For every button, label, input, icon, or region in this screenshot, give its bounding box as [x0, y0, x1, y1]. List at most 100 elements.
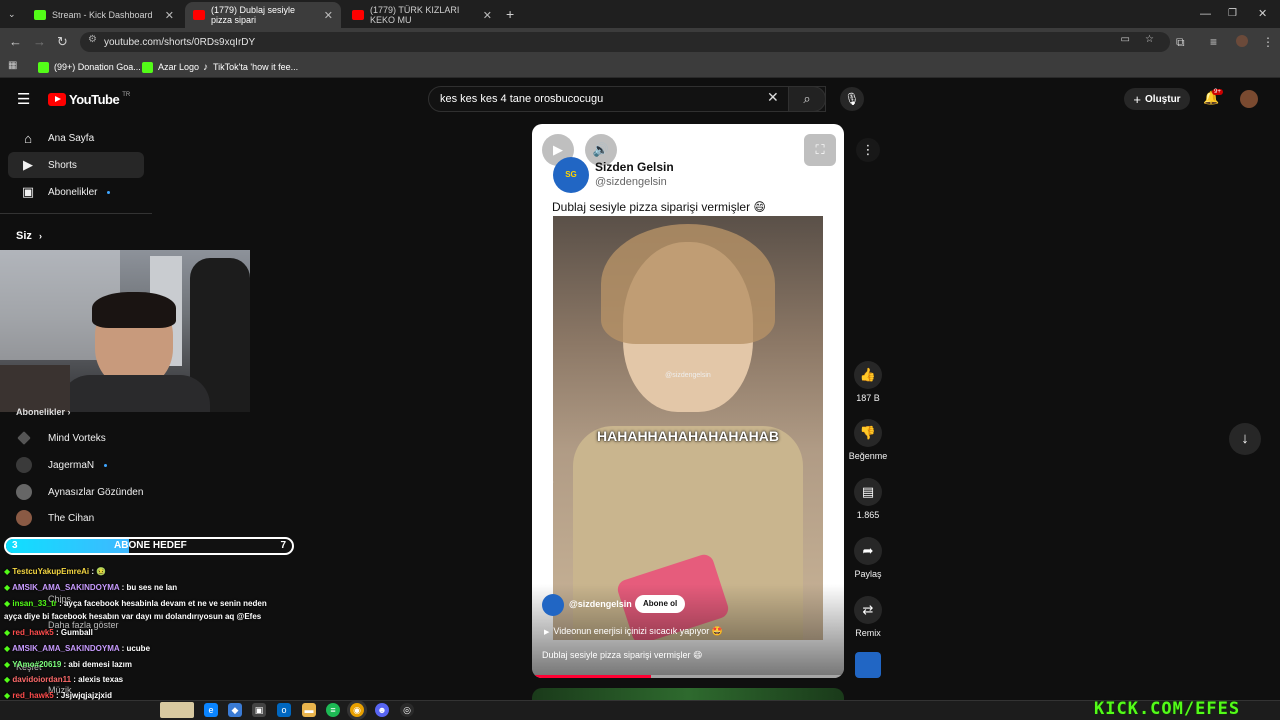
sidebar-sub-jagerman[interactable]: JagermaN — [8, 452, 148, 478]
music-line[interactable]: ▶ Videonun enerjisi içinizi sıcacık yapıy… — [544, 626, 723, 637]
sizden-gelsin-avatar: SG — [553, 157, 589, 193]
reading-list-icon[interactable]: ≡ — [1210, 28, 1217, 56]
fullscreen-button[interactable]: ⛶ — [804, 134, 836, 166]
tab-kick-dashboard[interactable]: Stream - Kick Dashboard ✕ — [26, 2, 182, 28]
bookmark-favicon-icon — [38, 61, 49, 73]
sidebar-item-subscriptions[interactable]: ▣ Abonelikler — [8, 179, 144, 205]
more-options-icon[interactable]: ⋮ — [856, 138, 880, 162]
chat-message: ◆ red_hawk5 : Jsjwjqjajzjxid — [4, 691, 112, 700]
progress-track[interactable] — [532, 675, 844, 678]
sidebar-item-home[interactable]: ⌂ Ana Sayfa — [8, 125, 144, 151]
tab-youtube-video[interactable]: (1779) TÜRK KIZLARI KEKO MU ✕ — [344, 2, 500, 28]
sidebar-you-section[interactable]: Siz › — [16, 230, 42, 242]
thumbs-down-icon[interactable]: 👎 — [854, 419, 882, 447]
reload-icon[interactable]: ↻ — [57, 28, 68, 56]
bookmark-azar-logo[interactable]: Azar Logo — [142, 60, 199, 74]
shorts-icon: ▶ — [23, 157, 33, 172]
channel-handle-link[interactable]: @sizdengelsin — [569, 599, 632, 609]
next-short-preview[interactable] — [532, 688, 844, 700]
share-action[interactable]: ➦ Paylaş — [852, 537, 884, 579]
apps-grid-icon[interactable]: ▦ — [8, 60, 17, 71]
region-code: TR — [122, 92, 131, 98]
sidebar-sub-aynasizlar[interactable]: Aynasızlar Gözünden — [8, 479, 148, 505]
sidebar-item-shorts[interactable]: ▶ Shorts — [8, 152, 144, 178]
restore-icon[interactable]: ❐ — [1228, 0, 1237, 28]
extensions-icon[interactable]: ⧉ — [1176, 28, 1185, 56]
chat-text: bu ses ne lan — [126, 583, 178, 592]
chat-text: ayça diye bi facebook hesabın var dayı m… — [4, 612, 262, 621]
shorts-player[interactable]: ▶ 🔊 ⛶ SG Sizden Gelsin @sizdengelsin Dub… — [532, 124, 844, 678]
close-icon[interactable]: ✕ — [483, 9, 492, 22]
sidebar-sub-the-cihan[interactable]: The Cihan — [8, 505, 148, 531]
video-watermark: @sizdengelsin — [665, 372, 711, 379]
chat-username: YAmo#20619 — [12, 660, 62, 669]
play-small-icon: ▶ — [544, 629, 550, 636]
like-action[interactable]: 👍 187 B — [852, 361, 884, 403]
comments-action[interactable]: ▤ 1.865 — [852, 478, 884, 520]
share-arrow-icon[interactable]: ➦ — [854, 537, 882, 565]
taskbar-outlook-icon[interactable]: o — [277, 703, 291, 717]
sidebar-sub-mind-vorteks[interactable]: Mind Vorteks — [8, 425, 148, 451]
menu-kebab-icon[interactable]: ⋮ — [1262, 28, 1274, 56]
youtube-play-logo-icon — [48, 93, 66, 106]
new-tab-plus-icon[interactable]: + — [506, 0, 514, 28]
chat-username: AMSIK_AMA_SAKINDOYMA — [12, 583, 120, 592]
close-icon[interactable]: ✕ — [165, 9, 174, 22]
short-title[interactable]: Dublaj sesiyle pizza siparişi vermişler … — [542, 650, 702, 661]
audio-source-thumbnail[interactable] — [855, 652, 881, 678]
chat-username: davidoiordan11 — [12, 675, 72, 684]
chat-text: ucube — [126, 644, 151, 653]
chat-badge-icon: ◆ — [4, 660, 13, 669]
taskbar-edge-icon[interactable]: e — [204, 703, 218, 717]
taskbar-obs-icon[interactable]: ◎ — [400, 703, 414, 717]
account-avatar[interactable] — [1240, 90, 1258, 108]
taskbar-explorer-icon[interactable]: ▬ — [302, 703, 316, 717]
channel-avatar-small[interactable] — [542, 594, 564, 616]
search-button[interactable]: ⌕ — [788, 86, 826, 112]
remix-icon[interactable]: ⇄ — [854, 596, 882, 624]
next-video-arrow-icon[interactable]: ↓ — [1229, 423, 1261, 455]
bookmark-donation[interactable]: (99+) Donation Goa... — [38, 60, 141, 74]
create-button[interactable]: + Oluştur — [1124, 88, 1190, 110]
chat-text: abi demesi lazım — [68, 660, 133, 669]
bookmark-tiktok[interactable]: ♪ TikTok'ta 'how it fee... — [203, 60, 298, 74]
dislike-action[interactable]: 👎 Beğenme — [846, 419, 890, 461]
youtube-favicon-icon — [193, 10, 205, 20]
taskbar-spotify-icon[interactable]: ≡ — [326, 703, 340, 717]
close-icon[interactable]: ✕ — [324, 9, 333, 22]
taskbar-app-icon[interactable]: ◆ — [228, 703, 242, 717]
youtube-logo[interactable]: YouTube TR — [48, 92, 130, 107]
chevron-right-icon: › — [67, 407, 71, 417]
chat-message: ◆ red_hawk5 : Gumball — [4, 628, 93, 637]
tab-youtube-short[interactable]: (1779) Dublaj sesiyle pizza sipari ✕ — [185, 2, 341, 28]
comment-icon[interactable]: ▤ — [854, 478, 882, 506]
bookmark-label: Azar Logo — [158, 62, 200, 72]
bookmark-star-icon[interactable]: ☆ — [1145, 34, 1154, 45]
cast-icon[interactable]: ▭ — [1121, 34, 1130, 45]
address-bar[interactable]: ⚙ youtube.com/shorts/0RDs9xqIrDY ▭ ☆ — [80, 32, 1170, 52]
clear-search-icon[interactable]: ✕ — [767, 89, 779, 106]
subscriptions-heading[interactable]: Abonelikler › — [16, 407, 71, 417]
goal-progress-fill — [6, 539, 129, 553]
subscribe-button[interactable]: Abone ol — [635, 595, 686, 613]
window-close-icon[interactable]: ✕ — [1258, 0, 1267, 28]
taskbar-discord-icon[interactable]: ☻ — [375, 703, 389, 717]
chat-username: red_hawk5 — [12, 691, 54, 700]
taskbar-store-icon[interactable]: ▣ — [252, 703, 266, 717]
forward-arrow-icon[interactable]: → — [33, 28, 46, 56]
back-arrow-icon[interactable]: ← — [9, 28, 22, 56]
site-info-icon[interactable]: ⚙ — [88, 34, 97, 45]
profile-avatar[interactable] — [1236, 35, 1248, 47]
remix-action[interactable]: ⇄ Remix — [852, 596, 884, 638]
video-frame: @sizdengelsin HAHAHHAHAHAHAHAHAB — [553, 216, 823, 640]
taskbar-widget-thumb[interactable] — [160, 702, 194, 718]
tab-search-icon[interactable]: ⌄ — [8, 0, 16, 28]
subscriptions-icon: ▣ — [21, 184, 35, 199]
thumbs-up-icon[interactable]: 👍 — [854, 361, 882, 389]
minimize-icon[interactable]: — — [1200, 0, 1211, 28]
taskbar-chrome-icon[interactable]: ◉ — [350, 703, 364, 717]
hamburger-menu-icon[interactable]: ☰ — [17, 90, 30, 108]
chat-badge-icon: ◆ — [4, 644, 13, 653]
voice-search-mic-icon[interactable]: 🎙 — [840, 87, 864, 111]
chat-separator: : — [53, 628, 61, 637]
